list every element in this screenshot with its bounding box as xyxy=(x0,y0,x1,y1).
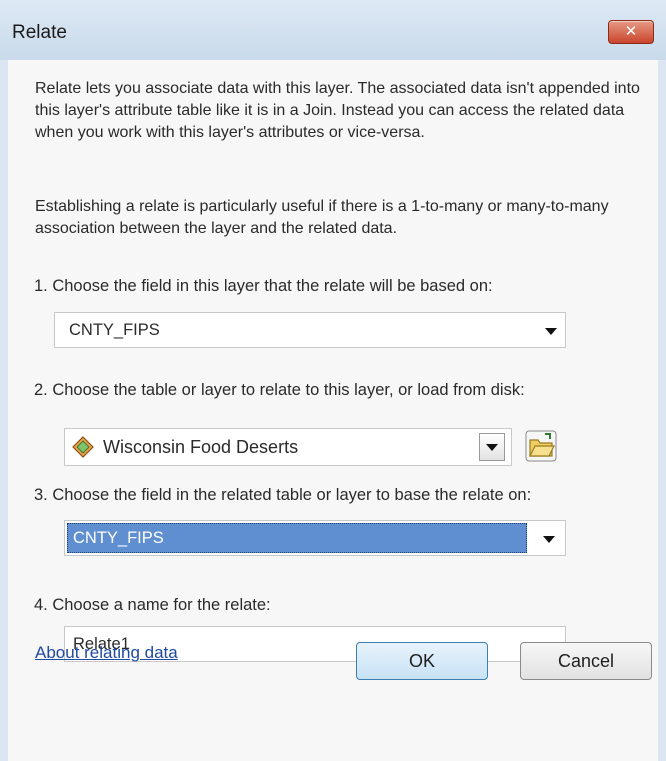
open-folder-icon xyxy=(525,430,557,462)
dialog-title: Relate xyxy=(12,22,67,43)
layer-diamond-icon xyxy=(71,435,95,464)
ok-button[interactable]: OK xyxy=(356,642,488,680)
base-field-value: CNTY_FIPS xyxy=(69,321,160,339)
step4-label: 4. Choose a name for the relate: xyxy=(34,596,271,614)
chevron-down-icon[interactable] xyxy=(543,536,555,543)
intro-text: Relate lets you associate data with this… xyxy=(35,80,640,141)
dialog-body: Relate lets you associate data with this… xyxy=(8,60,658,761)
related-table-value: Wisconsin Food Deserts xyxy=(103,437,299,457)
step3-label: 3. Choose the field in the related table… xyxy=(34,486,532,504)
window-frame-right xyxy=(658,60,666,761)
close-button[interactable]: ✕ xyxy=(608,20,654,44)
window-frame-left xyxy=(0,60,8,761)
cancel-button[interactable]: Cancel xyxy=(520,642,652,680)
about-relating-data-link[interactable]: About relating data xyxy=(35,643,178,663)
relate-dialog: Relate ✕ Relate lets you associate data … xyxy=(0,0,666,761)
base-field-dropdown[interactable]: CNTY_FIPS xyxy=(54,312,566,348)
close-icon: ✕ xyxy=(624,23,638,40)
chevron-down-icon[interactable] xyxy=(545,328,557,335)
step2-label: 2. Choose the table or layer to relate t… xyxy=(34,381,525,399)
related-field-dropdown[interactable]: CNTY_FIPS xyxy=(64,520,566,556)
related-field-value: CNTY_FIPS xyxy=(73,529,164,547)
related-table-arrow-button[interactable] xyxy=(479,433,505,461)
related-table-dropdown[interactable]: Wisconsin Food Deserts xyxy=(64,428,512,466)
chevron-down-icon xyxy=(486,444,498,451)
step1-label: 1. Choose the field in this layer that t… xyxy=(34,277,493,295)
relate-note-text: Establishing a relate is particularly us… xyxy=(35,198,609,237)
title-bar[interactable]: Relate ✕ xyxy=(0,0,666,61)
open-folder-button[interactable] xyxy=(525,430,557,462)
